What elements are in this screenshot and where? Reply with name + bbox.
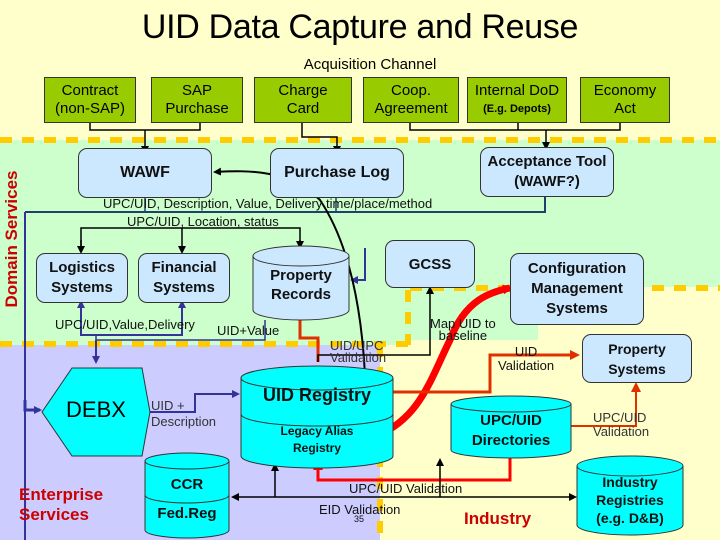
page-number: 35 <box>354 514 365 524</box>
uid-validation-label: UID Validation <box>498 345 554 373</box>
ccr-fedreg-cylinder <box>144 452 230 539</box>
upc-uid-validation-label: UPC/UID Validation <box>349 481 463 496</box>
property-systems-box[interactable]: Property Systems <box>582 334 692 383</box>
legacy-alias-registry-label[interactable]: Legacy Alias Registry <box>241 423 393 457</box>
property-systems-line2: Systems <box>608 360 666 377</box>
upc-val-line2: Validation <box>593 424 650 439</box>
acquisition-box-line1: Coop. <box>390 82 432 99</box>
upc-val-line1: UPC/UID <box>593 410 647 425</box>
industry-reg-line3: (e.g. D&B) <box>596 510 664 526</box>
uid-desc-line2: Description <box>151 414 217 429</box>
uid-desc-line1: UID + <box>151 398 185 413</box>
acceptance-tool-line1: Acceptance Tool <box>487 153 607 170</box>
flow-label-location: UPC/UID, Location, status <box>127 214 279 229</box>
industry-label: Industry <box>464 509 532 528</box>
gcss-box[interactable]: GCSS <box>385 240 475 288</box>
config-mgmt-line2: Management <box>531 280 623 297</box>
flow-label-description: UPC/UID, Description, Value, Delivery ti… <box>103 196 433 211</box>
uid-description-label: UID + Description <box>151 398 216 430</box>
acquisition-channel-label: Acquisition Channel <box>303 56 437 73</box>
config-mgmt-line3: Systems <box>546 300 608 317</box>
acquisition-box-line2: (non-SAP) <box>54 100 126 117</box>
acquisition-box-line1: Charge <box>278 82 328 99</box>
wawf-label: WAWF <box>120 164 170 181</box>
acquisition-box-line1: SAP <box>181 82 212 99</box>
map-uid-line2: baseline <box>438 328 488 343</box>
page-title: UID Data Capture and Reuse <box>141 8 579 46</box>
property-records-label[interactable]: Property Records <box>253 266 349 304</box>
financial-line2: Systems <box>153 279 215 296</box>
industry-reg-line2: Registries <box>596 492 664 508</box>
ccr-label[interactable]: CCR <box>145 475 229 494</box>
uid-val-line1: UID <box>514 344 538 359</box>
purchase-log-label: Purchase Log <box>284 164 390 181</box>
industry-registries-label[interactable]: Industry Registries (e.g. D&B) <box>577 473 683 527</box>
acquisition-box-line1: Economy <box>593 82 657 99</box>
configuration-management-box[interactable]: Configuration Management Systems <box>510 253 644 325</box>
uid-val-line2: Validation <box>498 358 555 373</box>
enterprise-services-line2: Services <box>19 505 89 524</box>
acquisition-box-contract[interactable]: Contract (non-SAP) <box>44 77 136 123</box>
acquisition-box-line2: Purchase <box>165 100 229 117</box>
uid-value-label: UID+Value <box>217 323 280 338</box>
upc-uid-validation-industry-label: UPC/UID Validation <box>593 411 649 439</box>
property-records-line2: Records <box>270 286 332 303</box>
upc-uid-directories-label[interactable]: UPC/UID Directories <box>451 411 571 451</box>
acquisition-box-line2: Act <box>614 100 636 117</box>
acquisition-box-charge-card[interactable]: Charge Card <box>254 77 352 123</box>
acquisition-box-line2: (E.g. Depots) <box>483 103 551 115</box>
industry-reg-line1: Industry <box>602 474 658 490</box>
acquisition-box-line2: Card <box>286 100 320 117</box>
acquisition-box-economy-act[interactable]: Economy Act <box>580 77 670 123</box>
acquisition-box-line2: Agreement <box>374 100 448 117</box>
financial-line1: Financial <box>151 259 217 276</box>
acquisition-box-line1: Contract <box>61 82 119 99</box>
logistics-systems-box[interactable]: Logistics Systems <box>36 253 128 303</box>
wawf-box[interactable]: WAWF <box>78 148 212 198</box>
property-records-line1: Property <box>270 267 332 284</box>
uid-registry-label[interactable]: UID Registry <box>241 386 393 405</box>
debx-label[interactable]: DEBX <box>50 397 142 423</box>
acquisition-box-line1: Internal DoD <box>474 82 560 99</box>
config-mgmt-line1: Configuration <box>527 260 627 277</box>
financial-systems-box[interactable]: Financial Systems <box>138 253 230 303</box>
legacy-line2: Registry <box>292 441 342 455</box>
upc-dir-line1: UPC/UID <box>480 412 542 429</box>
enterprise-services-label: Enterprise Services <box>19 485 103 525</box>
acceptance-tool-box[interactable]: Acceptance Tool (WAWF?) <box>480 147 614 197</box>
fedreg-label[interactable]: Fed.Reg <box>145 504 229 523</box>
property-systems-line1: Property <box>608 340 666 357</box>
enterprise-services-line1: Enterprise <box>19 485 104 504</box>
purchase-log-box[interactable]: Purchase Log <box>270 148 404 198</box>
map-uid-label: Map UID to baseline <box>430 317 496 343</box>
uid-upc-val-line2: Validation <box>330 350 387 365</box>
gcss-label: GCSS <box>408 256 452 273</box>
acquisition-box-coop[interactable]: Coop. Agreement <box>363 77 459 123</box>
acceptance-tool-line2: (WAWF?) <box>514 173 580 190</box>
domain-services-label: Domain Services <box>2 170 21 308</box>
uid-upc-validation-label: UID/UPC Validation <box>330 339 387 365</box>
acquisition-box-internal-dod[interactable]: Internal DoD (E.g. Depots) <box>467 77 567 123</box>
legacy-line1: Legacy Alias <box>280 424 354 438</box>
acquisition-box-sap[interactable]: SAP Purchase <box>151 77 243 123</box>
upc-dir-line2: Directories <box>471 432 551 449</box>
logistics-line1: Logistics <box>49 259 115 276</box>
value-delivery-label: UPC/UID,Value,Delivery <box>55 317 195 332</box>
logistics-line2: Systems <box>51 279 113 296</box>
